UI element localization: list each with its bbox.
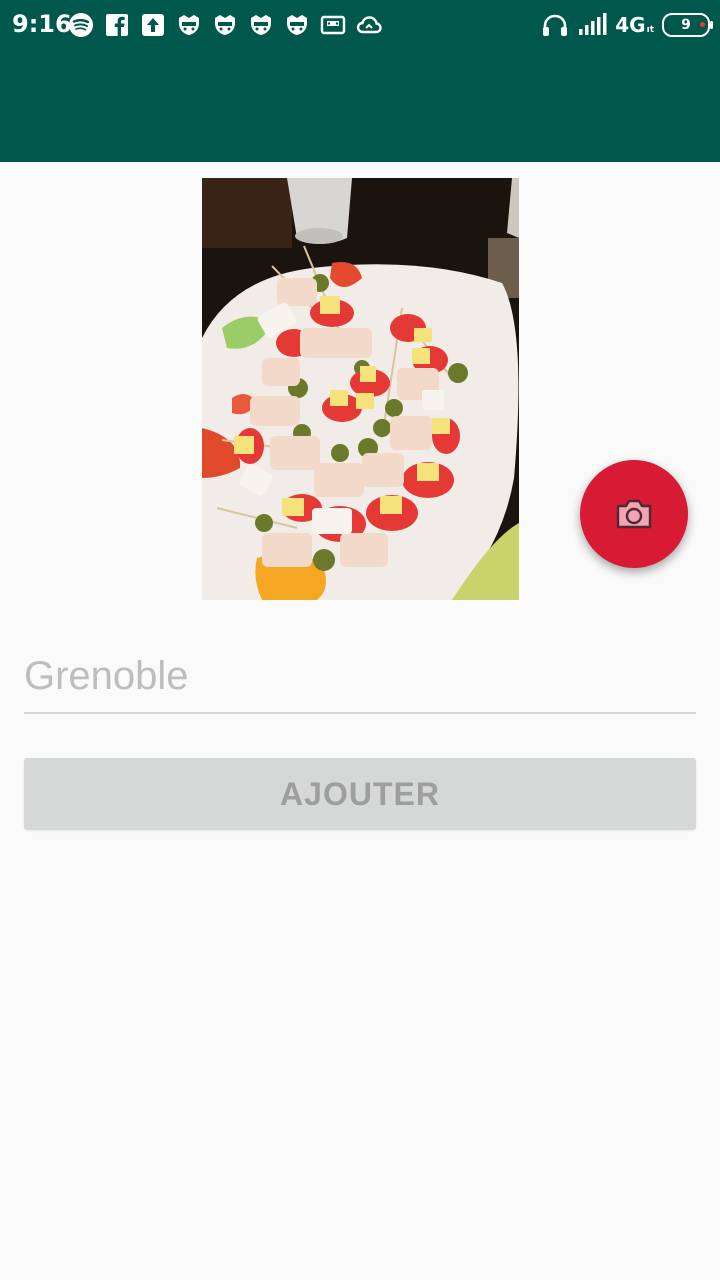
- spotify-icon: [69, 13, 93, 37]
- battery-icon: 9: [662, 13, 713, 37]
- game-icon: [179, 15, 199, 35]
- status-bar: 9:16 4Gıt 9: [0, 0, 720, 52]
- network-sub: ıt: [646, 25, 654, 35]
- network-type: 4Gıt: [615, 13, 654, 37]
- upload-icon: [142, 14, 164, 36]
- battery-level: 9: [681, 17, 691, 33]
- battery-dot: [700, 22, 705, 27]
- game-icon: [287, 15, 307, 35]
- network-label: 4G: [615, 13, 646, 37]
- battery-nub: [710, 21, 713, 29]
- facebook-icon: [106, 14, 128, 36]
- signal-icon: [579, 13, 607, 35]
- game-icon: [215, 15, 235, 35]
- food-photo: [202, 178, 519, 600]
- camera-icon: [616, 499, 652, 529]
- add-button[interactable]: AJOUTER: [24, 758, 696, 830]
- camera-button[interactable]: [580, 460, 688, 568]
- cassette-icon: [320, 15, 346, 35]
- headphones-icon: [543, 14, 568, 36]
- notification-icons: [68, 12, 382, 40]
- status-time: 9:16: [12, 10, 72, 38]
- city-input[interactable]: [24, 648, 696, 714]
- system-status: 4Gıt 9: [541, 12, 713, 38]
- game-icon: [251, 15, 271, 35]
- cloud-icon: [356, 16, 382, 34]
